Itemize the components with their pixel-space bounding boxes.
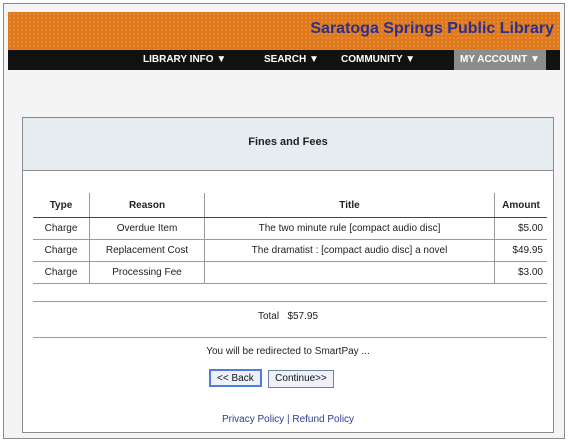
fines-table: Type Reason Title Amount Charge Overdue … [33, 193, 547, 284]
cell-amount: $5.00 [494, 217, 547, 240]
col-reason: Reason [89, 193, 205, 218]
table-row: Charge Replacement Cost The dramatist : … [33, 239, 547, 262]
nav-library-info[interactable]: LIBRARY INFO ▼ [143, 50, 226, 70]
col-type: Type [33, 193, 90, 218]
continue-button[interactable]: Continue>> [268, 370, 334, 388]
total-label: Total [257, 311, 280, 322]
panel-title: Fines and Fees [248, 136, 328, 148]
redirect-message: You will be redirected to SmartPay ... [206, 346, 370, 357]
table-header-row: Type Reason Title Amount [33, 193, 547, 218]
total-value: $57.95 [287, 311, 319, 322]
cell-type: Charge [33, 239, 90, 262]
button-row: << Back Continue>> [209, 368, 336, 388]
fines-panel: Fines and Fees Type Reason Title Amount … [22, 117, 554, 433]
panel-header: Fines and Fees [23, 118, 553, 171]
nav-my-account[interactable]: MY ACCOUNT ▼ [454, 50, 546, 70]
back-button[interactable]: << Back [209, 369, 262, 387]
col-title: Title [204, 193, 495, 218]
cell-reason: Processing Fee [89, 261, 205, 284]
footer-links: Privacy Policy | Refund Policy [23, 414, 553, 425]
cell-reason: Overdue Item [89, 217, 205, 240]
divider [33, 337, 547, 338]
site-title[interactable]: Saratoga Springs Public Library [310, 20, 554, 38]
privacy-policy-link[interactable]: Privacy Policy [222, 414, 284, 425]
main-nav: LIBRARY INFO ▼ SEARCH ▼ COMMUNITY ▼ MY A… [8, 50, 560, 70]
cell-type: Charge [33, 261, 90, 284]
nav-search[interactable]: SEARCH ▼ [264, 50, 319, 70]
nav-community[interactable]: COMMUNITY ▼ [341, 50, 415, 70]
cell-amount: $3.00 [494, 261, 547, 284]
total-line: Total $57.95 [23, 311, 553, 322]
cell-reason: Replacement Cost [89, 239, 205, 262]
cell-amount: $49.95 [494, 239, 547, 262]
table-row: Charge Overdue Item The two minute rule … [33, 217, 547, 240]
table-row: Charge Processing Fee $3.00 [33, 261, 547, 284]
footer-separator: | [286, 414, 290, 425]
cell-title [204, 261, 495, 284]
refund-policy-link[interactable]: Refund Policy [292, 414, 354, 425]
cell-title: The two minute rule [compact audio disc] [204, 217, 495, 240]
divider [33, 301, 547, 302]
cell-title: The dramatist : [compact audio disc] a n… [204, 239, 495, 262]
col-amount: Amount [494, 193, 547, 218]
cell-type: Charge [33, 217, 90, 240]
header-banner: Saratoga Springs Public Library [8, 12, 560, 50]
